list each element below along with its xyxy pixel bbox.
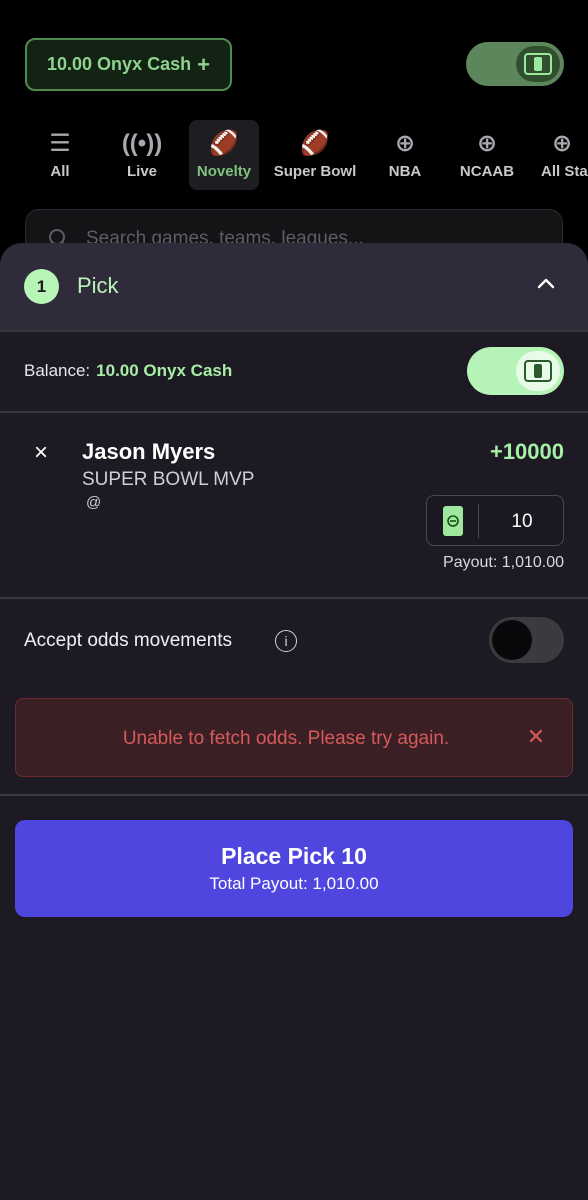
bet-currency-toggle-knob [516, 351, 560, 391]
category-label: Novelty [196, 162, 252, 180]
basketball-icon: ⊕ [552, 129, 573, 157]
close-icon[interactable]: ✕ [524, 725, 548, 749]
balance-amount: 10.00 Onyx Cash [96, 361, 233, 380]
category-all-star[interactable]: ⊕ All Sta [536, 120, 588, 190]
pick-count-badge: 1 [24, 269, 59, 304]
balance-row: Balance: 10.00 Onyx Cash [24, 361, 232, 381]
accept-odds-toggle-knob [492, 620, 532, 660]
selection-player: Jason Myers [82, 439, 216, 464]
basketball-icon: ⊕ [476, 129, 498, 157]
divider [0, 794, 588, 796]
collapse-button[interactable] [530, 267, 562, 299]
error-message: Unable to fetch odds. Please try again. [122, 728, 450, 749]
divider [0, 597, 588, 599]
onyx-cash-icon [524, 360, 552, 382]
bet-currency-toggle[interactable] [467, 347, 564, 395]
category-nav: ☰ All ((•)) Live 🏈 Novelty 🏈 Super Bowl … [0, 120, 588, 192]
chevron-up-icon [537, 278, 555, 289]
stake-value[interactable]: 10 [479, 496, 565, 547]
category-label: All Sta [541, 162, 588, 180]
currency-toggle[interactable] [466, 42, 564, 86]
bet-slip-sheet: 1 Pick Balance: 10.00 Onyx Cash × Jason M… [0, 243, 588, 1200]
category-all[interactable]: ☰ All [30, 120, 90, 190]
broadcast-icon: ((•)) [121, 129, 163, 157]
error-banner: Unable to fetch odds. Please try again. … [15, 698, 573, 777]
place-pick-label: Place Pick 10 [221, 843, 367, 869]
football-icon: 🏈 [300, 129, 330, 157]
category-live[interactable]: ((•)) Live [112, 120, 172, 190]
total-payout-label: Total Payout: 1,010.00 [209, 874, 379, 893]
novelty-football-icon: 🏈 [209, 129, 239, 157]
currency-toggle-knob [516, 46, 560, 82]
selection-market: SUPER BOWL MVP [82, 469, 255, 490]
cash-note-icon [443, 506, 463, 536]
category-novelty[interactable]: 🏈 Novelty [189, 120, 259, 190]
stake-input[interactable]: 10 [426, 495, 564, 546]
top-bar: 10.00 Onyx Cash + [0, 0, 588, 120]
divider [0, 411, 588, 413]
bet-slip-title: Pick [77, 273, 119, 298]
category-ncaab[interactable]: ⊕ NCAAB [452, 120, 522, 190]
remove-selection-button[interactable]: × [30, 441, 52, 465]
accept-odds-toggle[interactable] [489, 617, 564, 663]
category-nba[interactable]: ⊕ NBA [378, 120, 432, 190]
category-label: NCAAB [459, 162, 515, 180]
category-super-bowl[interactable]: 🏈 Super Bowl [270, 120, 360, 190]
add-cash-icon: + [197, 51, 210, 77]
place-pick-button[interactable]: Place Pick 10 Total Payout: 1,010.00 [15, 820, 573, 917]
bet-slip-header[interactable]: 1 Pick [0, 243, 588, 330]
list-icon: ☰ [49, 129, 71, 157]
selection-payout: Payout: 1,010.00 [443, 554, 564, 571]
onyx-cash-icon [524, 53, 552, 75]
selection-matchup: @ [86, 494, 102, 511]
category-label: NBA [388, 162, 422, 180]
selection-odds: +10000 [489, 439, 564, 464]
balance-label: Balance: [24, 361, 91, 380]
cash-balance-label: 10.00 Onyx Cash [47, 54, 192, 74]
accept-odds-label: Accept odds movements [24, 630, 233, 651]
category-label: Super Bowl [273, 162, 357, 180]
basketball-icon: ⊕ [394, 129, 416, 157]
divider [0, 330, 588, 332]
category-label: Live [126, 162, 157, 180]
info-icon[interactable]: i [275, 630, 297, 652]
category-label: All [50, 162, 70, 180]
onyx-cash-button[interactable]: 10.00 Onyx Cash + [25, 38, 232, 91]
